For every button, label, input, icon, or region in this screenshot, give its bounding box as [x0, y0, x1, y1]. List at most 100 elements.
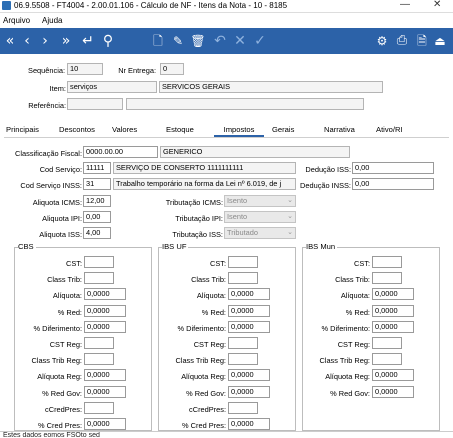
group-field-input[interactable]: 0,0000 — [228, 385, 270, 398]
group-field-input[interactable]: 0,0000 — [84, 385, 126, 398]
group-field-input[interactable]: 0,0000 — [84, 418, 126, 430]
close-button[interactable]: ✕ — [433, 0, 441, 10]
prev-record-icon[interactable]: ‹ — [20, 32, 34, 50]
group-field-label: cCredPres: — [189, 404, 226, 414]
group-field-input[interactable] — [84, 256, 114, 268]
group-field-input[interactable] — [228, 401, 258, 414]
group-field-label: Class Trib: — [335, 275, 370, 285]
tab-narrativa[interactable]: Narrativa — [324, 125, 355, 134]
exit-icon[interactable]: ⏏ — [432, 32, 448, 50]
minimize-button[interactable]: — — [400, 0, 410, 10]
aliq-ipi-field[interactable]: 0,00 — [83, 211, 111, 223]
delete-icon[interactable]: 🗑 — [190, 32, 206, 50]
group-field-input[interactable]: 0,0000 — [228, 320, 270, 333]
last-record-icon[interactable]: » — [58, 32, 74, 50]
aliq-ipi-label: Aliquota IPI: — [42, 214, 82, 223]
group-field-label: cCredPres: — [45, 404, 82, 414]
group-title: CBS — [18, 242, 36, 251]
next-record-icon[interactable]: › — [38, 32, 52, 50]
trib-icms-select[interactable]: Isento ⌄ — [224, 195, 296, 207]
cod-servico-field[interactable]: 11111 — [83, 162, 111, 174]
search-icon[interactable]: ⚲ — [100, 32, 116, 50]
sequencia-label: Sequência: — [28, 66, 65, 75]
group-field-input[interactable]: 0,0000 — [228, 369, 270, 382]
deducao-iss-field[interactable]: 0,00 — [352, 162, 434, 174]
tab-principais[interactable]: Principais — [6, 125, 39, 134]
cod-servico-inss-field[interactable]: 31 — [83, 178, 111, 190]
group-field-input[interactable] — [84, 353, 114, 366]
trib-ipi-value: Isento — [227, 212, 248, 221]
group-field-input[interactable] — [228, 337, 258, 349]
menu-arquivo[interactable]: Arquivo — [3, 16, 30, 25]
group-title: IBS Mun — [306, 242, 338, 251]
first-record-icon[interactable]: « — [2, 32, 18, 50]
group-field-input[interactable] — [228, 353, 258, 366]
group-field-input[interactable]: 0,0000 — [228, 288, 270, 301]
group-field-input[interactable]: 0,0000 — [228, 304, 270, 317]
tab-ativo-ri[interactable]: Ativo/RI — [376, 125, 403, 134]
tab-valores[interactable]: Valores — [112, 125, 137, 134]
tab-gerais[interactable]: Gerais — [272, 125, 294, 134]
group-field-input[interactable]: 0,0000 — [228, 418, 270, 430]
group-field-label: CST Reg: — [337, 340, 370, 349]
group-field-label: Class Trib: — [47, 275, 82, 285]
group-field-input[interactable]: 0,0000 — [84, 369, 126, 382]
menu-bar: Arquivo Ajuda — [0, 13, 453, 28]
group-field-input[interactable] — [372, 256, 402, 268]
tab-estoque[interactable]: Estoque — [166, 125, 194, 134]
tab-descontos[interactable]: Descontos — [59, 125, 95, 134]
deducao-inss-field[interactable]: 0,00 — [352, 178, 434, 190]
group-field-label: CST: — [65, 259, 82, 268]
group-field-label: % Red: — [201, 307, 226, 317]
group-field-input[interactable] — [372, 272, 402, 285]
tab-impostos[interactable]: Impostos — [214, 125, 264, 137]
chevron-down-icon: ⌄ — [287, 229, 293, 236]
tree-icon[interactable]: ⚙ — [374, 32, 390, 50]
trib-iss-label: Tributação ISS: — [172, 230, 223, 239]
group-field-input[interactable]: 0,0000 — [372, 369, 414, 382]
goto-icon[interactable]: ↵ — [80, 32, 96, 50]
group-field-input[interactable] — [84, 337, 114, 349]
new-icon[interactable]: 🗋 — [150, 32, 166, 50]
group-field-input[interactable]: 0,0000 — [84, 288, 126, 301]
group-field-input[interactable]: 0,0000 — [372, 385, 414, 398]
group-field-input[interactable]: 0,0000 — [84, 304, 126, 317]
group-field-label: CST: — [209, 259, 226, 268]
cancel-icon[interactable]: ✕ — [232, 32, 248, 50]
group-field-input[interactable] — [372, 337, 402, 349]
referencia-code-field[interactable] — [67, 98, 123, 110]
trib-ipi-select[interactable]: Isento ⌄ — [224, 211, 296, 223]
undo-icon[interactable]: ↶ — [212, 32, 228, 50]
class-fiscal-label: Classificação Fiscal: — [15, 149, 82, 158]
aliq-icms-field[interactable]: 12,00 — [83, 195, 111, 207]
group-field-label: Alíquota: — [52, 291, 82, 301]
menu-ajuda[interactable]: Ajuda — [42, 16, 62, 25]
group-field-input[interactable] — [228, 256, 258, 268]
group-field-input[interactable]: 0,0000 — [372, 288, 414, 301]
group-field-input[interactable] — [372, 353, 402, 366]
trib-iss-select[interactable]: Tributado ⌄ — [224, 227, 296, 239]
sequencia-field[interactable]: 10 — [67, 63, 103, 75]
group-field-input[interactable] — [228, 272, 258, 285]
aliq-icms-label: Aliquota ICMS: — [32, 198, 82, 207]
referencia-label: Referência: — [28, 101, 66, 110]
aliq-iss-field[interactable]: 4,00 — [83, 227, 111, 239]
trib-ipi-label: Tributação IPI: — [175, 214, 223, 223]
trib-iss-value: Tributado — [227, 228, 258, 237]
class-fiscal-field[interactable]: 0000.00.00 — [83, 146, 158, 158]
group-field-input[interactable]: 0,0000 — [372, 304, 414, 317]
docs-icon[interactable]: 🗎 — [414, 32, 430, 50]
group-field-label: CST Reg: — [193, 340, 226, 349]
group-field-input[interactable] — [84, 401, 114, 414]
group-field-label: % Cred Pres: — [182, 421, 226, 430]
window-title: 06.9.5508 - FT4004 - 2.00.01.106 - Cálcu… — [14, 1, 288, 10]
edit-icon[interactable]: ✎ — [170, 32, 186, 50]
print-icon[interactable]: ⎙ — [394, 32, 410, 50]
group-field-input[interactable]: 0,0000 — [372, 320, 414, 333]
nr-entrega-field[interactable]: 0 — [160, 63, 184, 75]
group-field-input[interactable]: 0,0000 — [84, 320, 126, 333]
item-code-field[interactable]: serviços — [67, 81, 157, 93]
confirm-icon[interactable]: ✓ — [252, 32, 268, 50]
trib-icms-value: Isento — [227, 196, 248, 205]
group-field-input[interactable] — [84, 272, 114, 285]
